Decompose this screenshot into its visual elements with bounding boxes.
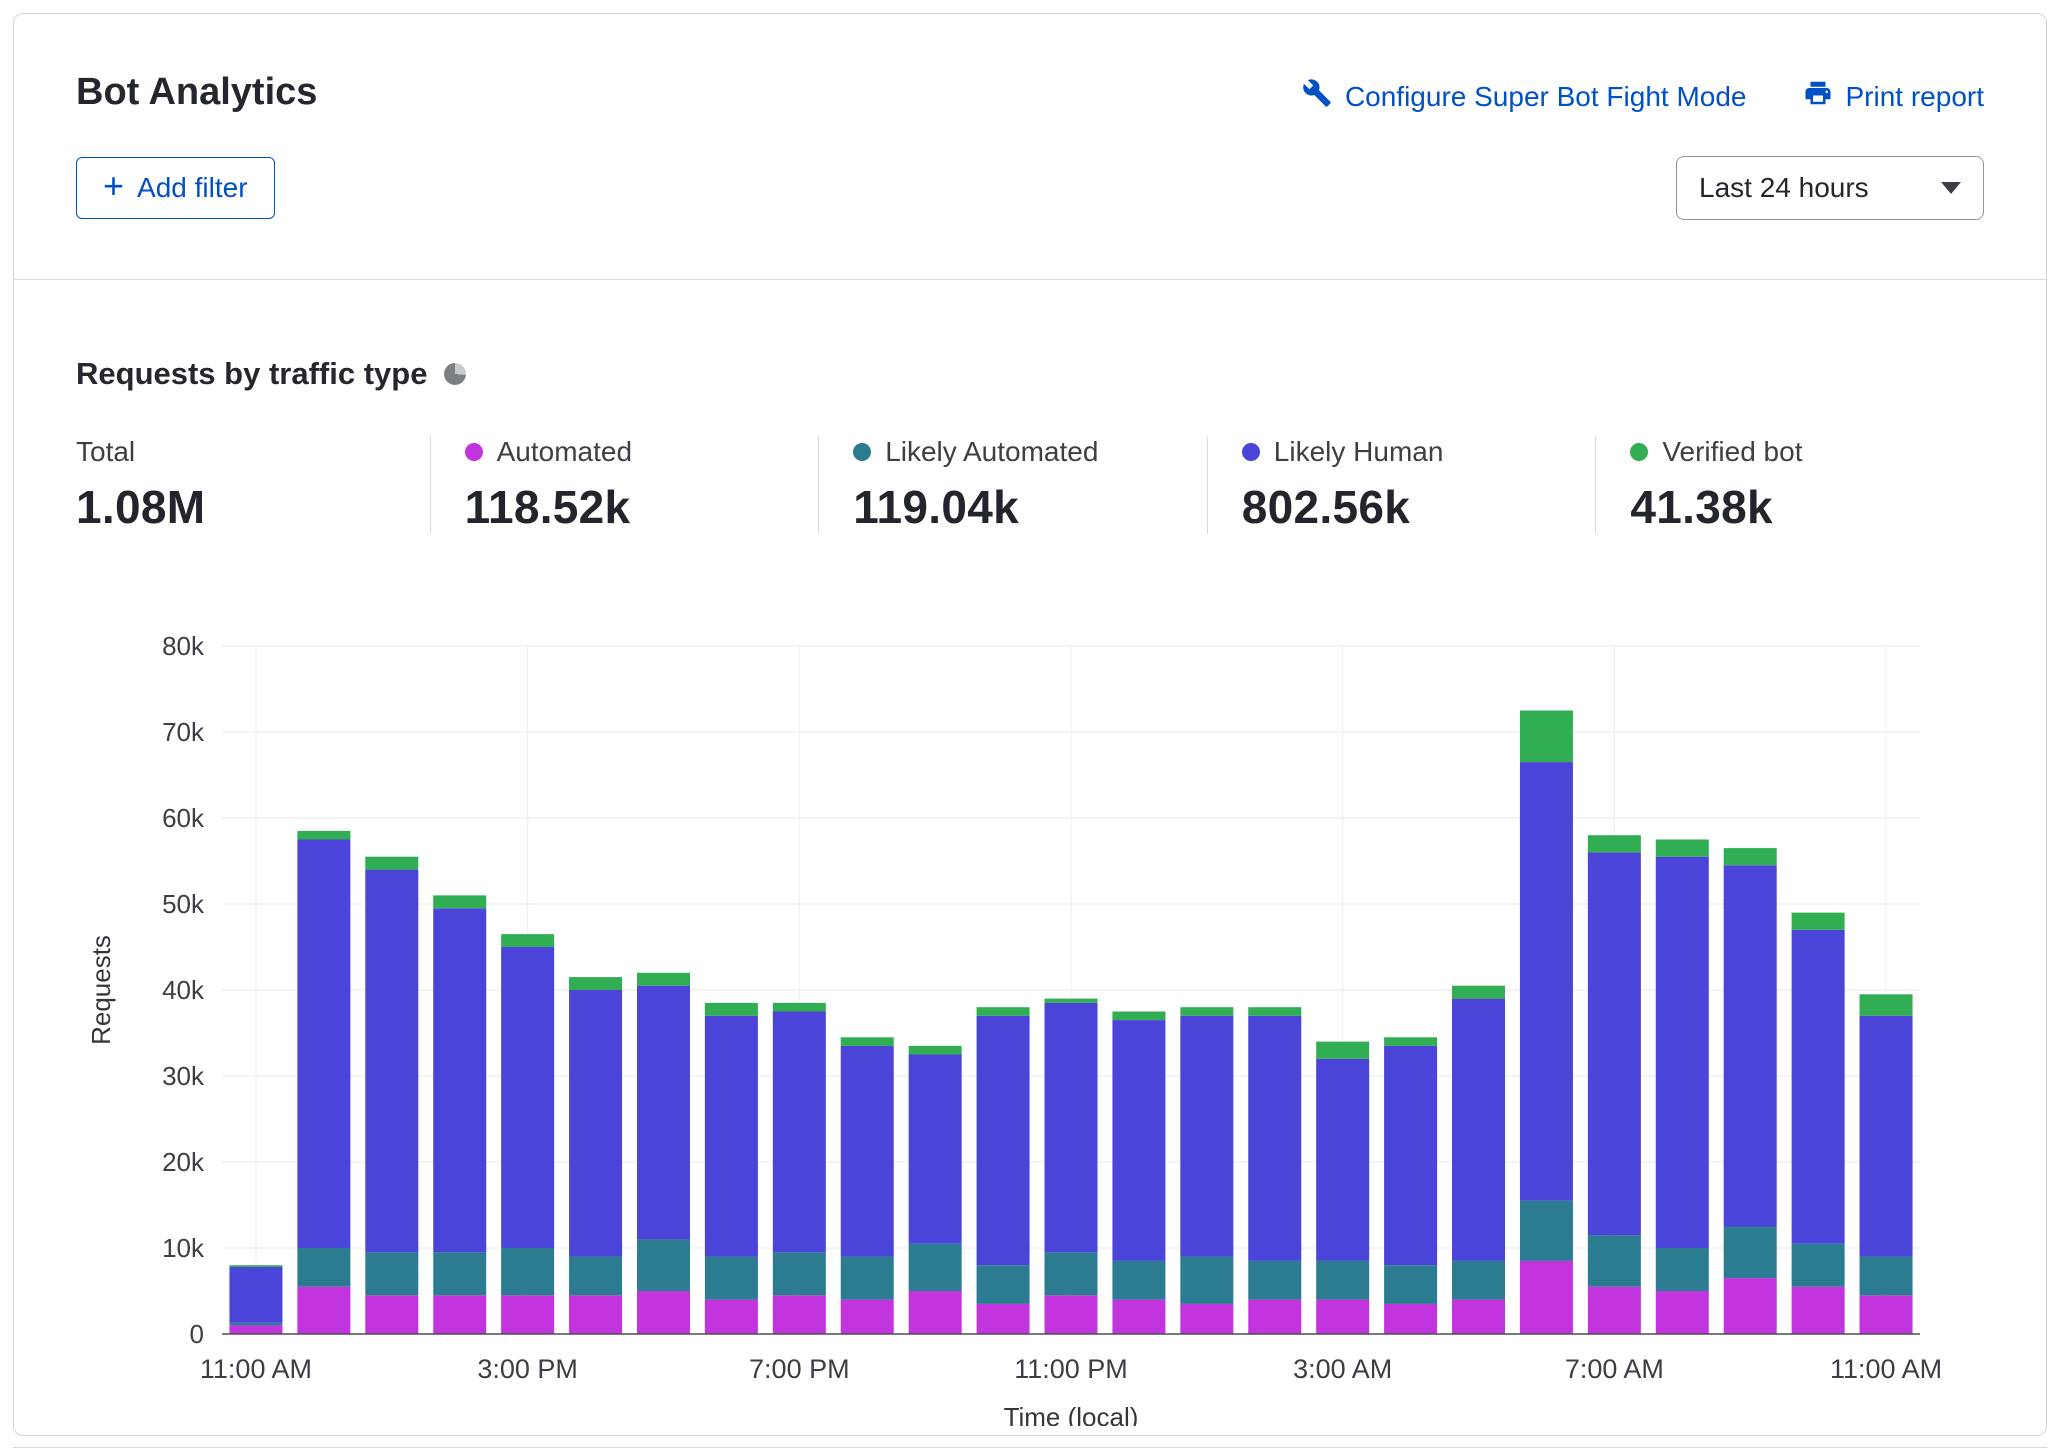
stat-total-label: Total (76, 436, 135, 468)
svg-text:10k: 10k (162, 1233, 205, 1263)
add-filter-label: Add filter (137, 172, 248, 204)
svg-text:11:00 PM: 11:00 PM (1014, 1354, 1128, 1384)
section-title: Requests by traffic type (76, 356, 427, 392)
stat-automated-value: 118.52k (465, 480, 819, 534)
svg-text:Time (local): Time (local) (1004, 1402, 1139, 1426)
header-actions: Configure Super Bot Fight Mode Print rep… (1302, 78, 1984, 115)
stat-verified-bot-label: Verified bot (1662, 436, 1802, 468)
stat-likely-automated-label: Likely Automated (885, 436, 1098, 468)
stat-likely-human-label: Likely Human (1274, 436, 1444, 468)
stat-likely-automated-value: 119.04k (853, 480, 1207, 534)
svg-text:40k: 40k (162, 975, 205, 1005)
verified-bot-legend-dot (1630, 443, 1648, 461)
svg-text:50k: 50k (162, 889, 205, 919)
stat-verified-bot-value: 41.38k (1630, 480, 1984, 534)
svg-text:60k: 60k (162, 803, 205, 833)
pie-chart-icon (444, 363, 466, 385)
card-header: Bot Analytics Configure Super Bot Fight … (14, 14, 2046, 280)
likely-human-legend-dot (1242, 443, 1260, 461)
wrench-icon (1302, 78, 1332, 115)
svg-text:11:00 AM: 11:00 AM (1830, 1354, 1942, 1384)
svg-text:0: 0 (190, 1319, 204, 1349)
print-report-link[interactable]: Print report (1803, 78, 1985, 115)
svg-text:11:00 AM: 11:00 AM (200, 1354, 312, 1384)
requests-by-traffic-type-section: Requests by traffic type Total 1.08M Aut… (14, 356, 2046, 1431)
chevron-down-icon (1941, 182, 1961, 194)
requests-chart-wrap: 0 10k 20k 30k 40k 50k 60k 70k 80k 11:00 AM 3:00 PM… (76, 626, 1984, 1431)
stat-total: Total 1.08M (76, 436, 430, 534)
svg-text:7:00 PM: 7:00 PM (749, 1354, 850, 1384)
page-title: Bot Analytics (76, 70, 317, 116)
requests-stacked-bar-chart: 0 10k 20k 30k 40k 50k 60k 70k 80k 11:00 AM 3:00 PM… (76, 626, 1966, 1426)
time-range-value: Last 24 hours (1699, 172, 1869, 204)
svg-text:3:00 PM: 3:00 PM (477, 1354, 578, 1384)
printer-icon (1803, 78, 1833, 115)
svg-text:7:00 AM: 7:00 AM (1565, 1354, 1664, 1384)
svg-text:20k: 20k (162, 1147, 205, 1177)
time-range-select[interactable]: Last 24 hours (1676, 156, 1984, 220)
traffic-type-stats: Total 1.08M Automated 118.52k Likely Aut… (76, 436, 1984, 534)
stat-likely-human-value: 802.56k (1242, 480, 1596, 534)
configure-super-bot-fight-mode-link[interactable]: Configure Super Bot Fight Mode (1302, 78, 1747, 115)
stat-likely-automated[interactable]: Likely Automated 119.04k (818, 436, 1207, 534)
plus-icon: + (103, 168, 124, 204)
add-filter-button[interactable]: + Add filter (76, 157, 275, 219)
stat-total-value: 1.08M (76, 480, 430, 534)
automated-legend-dot (465, 443, 483, 461)
stat-automated-label: Automated (497, 436, 632, 468)
print-link-label: Print report (1846, 81, 1985, 113)
svg-text:30k: 30k (162, 1061, 205, 1091)
stat-likely-human[interactable]: Likely Human 802.56k (1207, 436, 1596, 534)
svg-text:70k: 70k (162, 717, 205, 747)
stat-verified-bot[interactable]: Verified bot 41.38k (1595, 436, 1984, 534)
stat-automated[interactable]: Automated 118.52k (430, 436, 819, 534)
svg-text:80k: 80k (162, 631, 205, 661)
configure-link-label: Configure Super Bot Fight Mode (1345, 81, 1747, 113)
likely-automated-legend-dot (853, 443, 871, 461)
bot-analytics-card: Bot Analytics Configure Super Bot Fight … (13, 13, 2047, 1436)
svg-text:Requests: Requests (86, 935, 116, 1045)
svg-text:3:00 AM: 3:00 AM (1293, 1354, 1392, 1384)
